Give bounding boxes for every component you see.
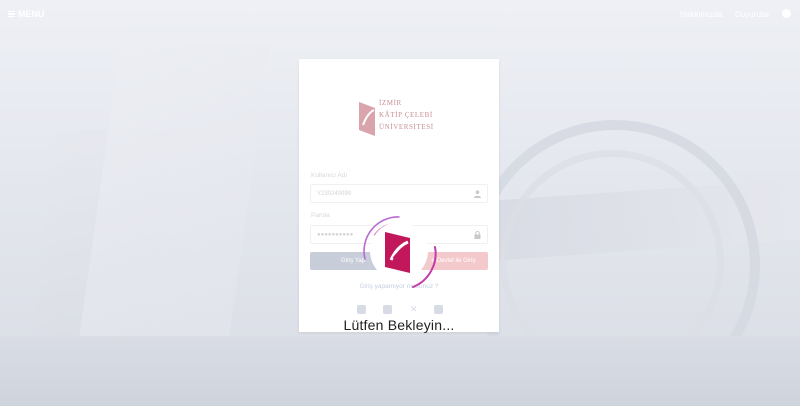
menu-label: MENU (18, 9, 45, 19)
password-value: ●●●●●●●●●● (317, 232, 354, 238)
username-field[interactable]: Y230240099 (310, 184, 488, 203)
top-bar: MENU Hakkımızda Duyurular (0, 0, 800, 28)
x-twitter-icon[interactable]: ✕ (410, 305, 419, 314)
loading-message: Lütfen Bekleyin... (343, 317, 455, 333)
nav-announcements-link[interactable]: Duyurular (735, 10, 770, 19)
hamburger-icon (8, 11, 15, 18)
youtube-icon[interactable] (434, 305, 443, 314)
nav-about-link[interactable]: Hakkımızda (680, 10, 722, 19)
university-logo-mark-icon (359, 102, 375, 136)
brand-book-icon (385, 232, 410, 273)
facebook-icon[interactable] (383, 305, 392, 314)
logo-line-1: İZMİR (379, 99, 402, 107)
social-links: ✕ (355, 305, 445, 315)
university-logo: İZMİR KÂTİP ÇELEBİ ÜNİVERSİTESİ (357, 97, 441, 137)
lock-icon (474, 231, 481, 239)
menu-button[interactable]: MENU (8, 9, 45, 19)
loading-spinner (363, 216, 437, 288)
logo-line-3: ÜNİVERSİTESİ (379, 123, 434, 131)
language-globe-icon[interactable] (782, 9, 791, 18)
user-icon (474, 190, 481, 198)
username-value: Y230240099 (317, 191, 352, 197)
logo-line-2: KÂTİP ÇELEBİ (379, 111, 433, 119)
password-label: Parola (311, 212, 330, 219)
instagram-icon[interactable] (357, 305, 366, 314)
username-label: Kullanıcı Adı (311, 172, 348, 179)
